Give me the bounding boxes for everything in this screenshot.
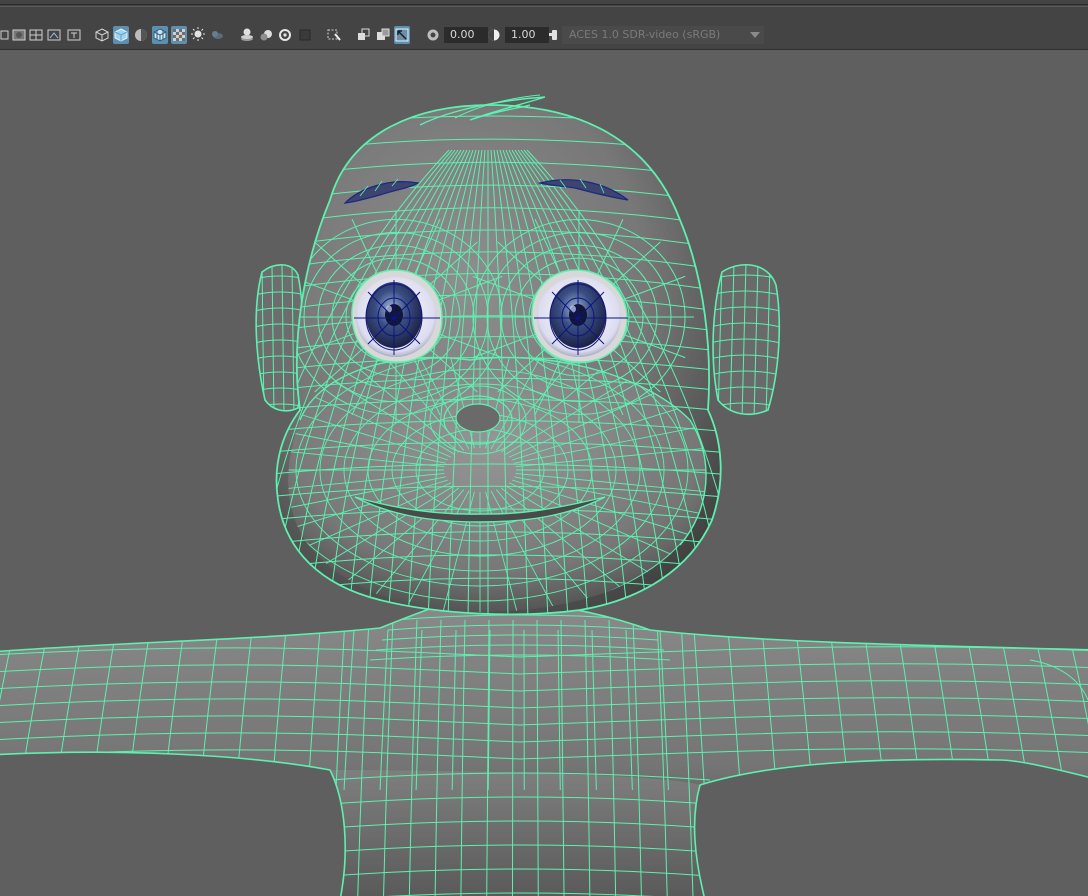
film-gate-icon[interactable] — [46, 26, 62, 44]
image-plane-icon[interactable] — [11, 26, 27, 44]
exposure-field[interactable]: 0.00 — [444, 27, 488, 43]
right-ear-mesh — [712, 264, 781, 416]
color-management-icon[interactable] — [425, 26, 441, 44]
left-eye-mesh — [351, 269, 443, 363]
resolution-gate-icon[interactable] — [66, 26, 82, 44]
xray-icon[interactable] — [171, 26, 187, 44]
gamma-field[interactable]: 1.00 — [505, 27, 549, 43]
depth-of-field-icon[interactable] — [297, 26, 313, 44]
3d-viewport[interactable] — [0, 50, 1088, 896]
monkey-model-wireframe — [0, 94, 1088, 896]
wireframe-icon[interactable] — [94, 26, 110, 44]
xray-active-icon[interactable] — [375, 26, 391, 44]
body-mesh — [0, 599, 1088, 896]
multisample-aa-icon[interactable] — [277, 26, 293, 44]
backface-culling-icon[interactable] — [394, 26, 410, 44]
default-material-icon[interactable] — [133, 26, 149, 44]
motion-blur-icon[interactable] — [258, 26, 274, 44]
smooth-shade-icon[interactable] — [113, 26, 129, 44]
lights-icon[interactable] — [190, 26, 206, 44]
shadows-icon[interactable] — [208, 26, 224, 44]
panel-top-strip — [0, 0, 1088, 22]
chevron-down-icon — [750, 32, 760, 38]
wireframe-on-shaded-icon[interactable] — [152, 26, 168, 44]
exposure-icon[interactable] — [486, 26, 502, 44]
xray-joints-icon[interactable] — [356, 26, 372, 44]
screen-space-ao-icon[interactable] — [239, 26, 255, 44]
color-space-label: ACES 1.0 SDR-video (sRGB) — [569, 28, 721, 41]
viewport-toolbar: 0.00 1.00 ACES 1.0 SDR-video (sRGB) — [0, 22, 1088, 50]
maya-viewport-window: 0.00 1.00 ACES 1.0 SDR-video (sRGB) — [0, 0, 1088, 896]
grid-icon[interactable] — [28, 26, 44, 44]
color-space-dropdown[interactable]: ACES 1.0 SDR-video (sRGB) — [562, 26, 764, 44]
isolate-select-icon[interactable] — [326, 26, 342, 44]
